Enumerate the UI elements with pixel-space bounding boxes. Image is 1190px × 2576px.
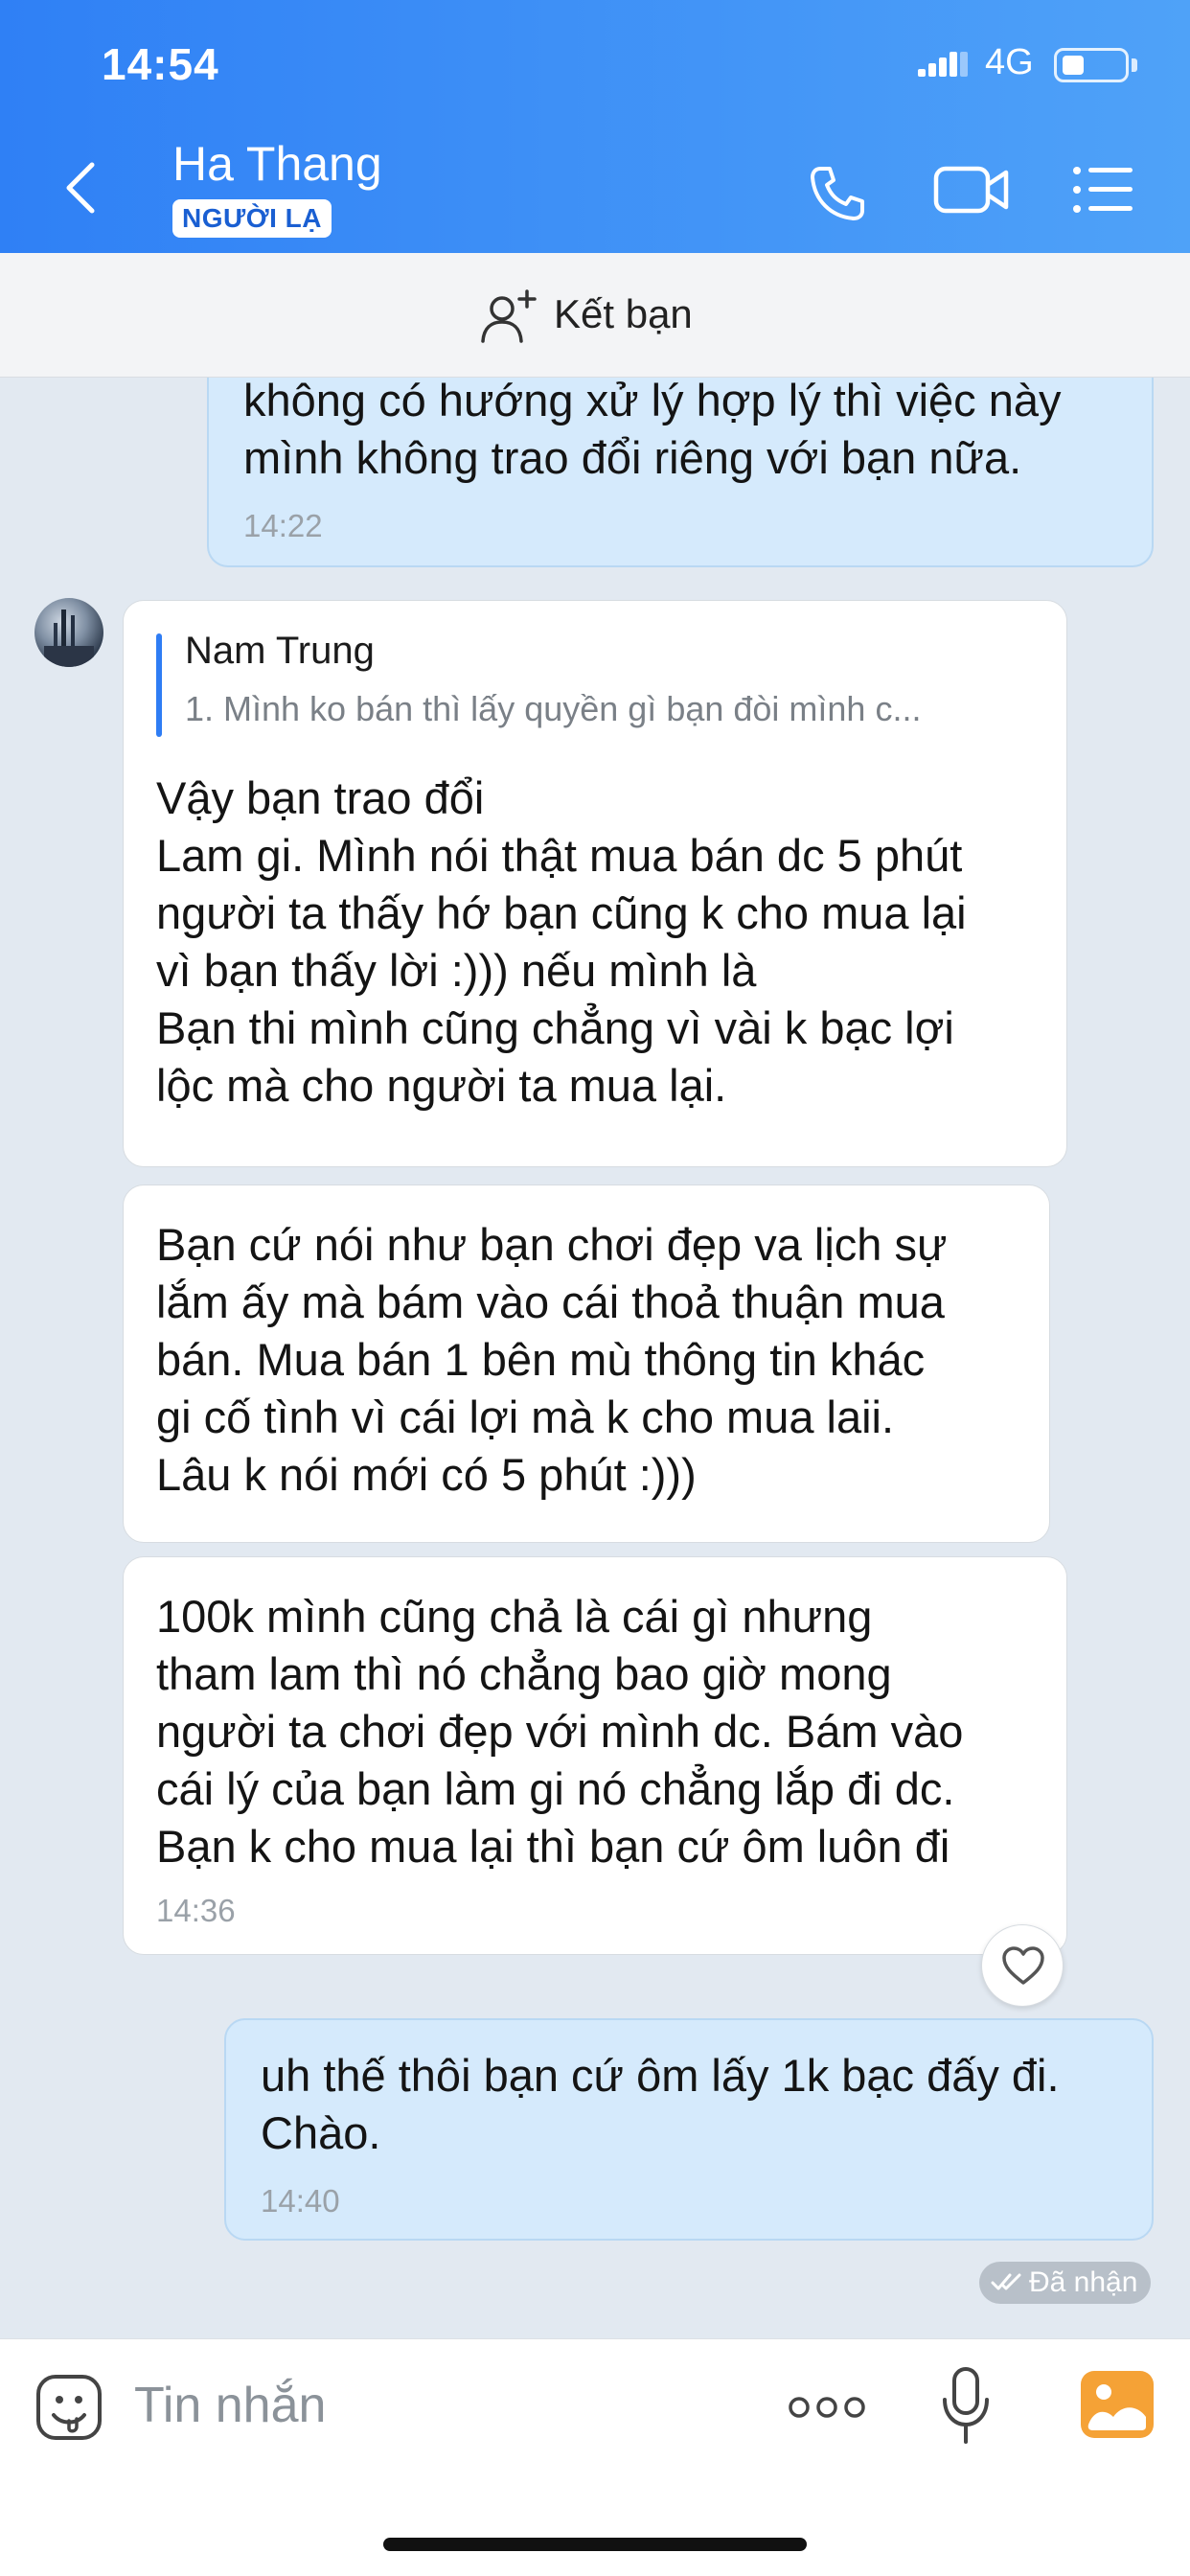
- message-text: không có hướng xử lý hợp lý thì việc này…: [243, 378, 1062, 483]
- outgoing-message[interactable]: uh thế thôi bạn cứ ôm lấy 1k bạc đấy đi.…: [224, 2018, 1154, 2241]
- quote-text[interactable]: 1. Mình ko bán thì lấy quyền gì bạn đòi …: [185, 689, 921, 729]
- delivery-status-label: Đã nhận: [1029, 2266, 1138, 2298]
- avatar[interactable]: [34, 598, 103, 667]
- message-text: Vậy bạn trao đổi Lam gi. Mình nói thật m…: [156, 772, 967, 1111]
- incoming-message[interactable]: Nam Trung 1. Mình ko bán thì lấy quyền g…: [123, 600, 1067, 1167]
- message-text: 100k mình cũng chả là cái gì nhưng tham …: [156, 1591, 964, 1872]
- battery-tip: [1132, 58, 1137, 72]
- incoming-message[interactable]: Bạn cứ nói như bạn chơi đẹp va lịch sự l…: [123, 1184, 1050, 1543]
- react-heart-button[interactable]: [981, 1924, 1064, 2007]
- quote-author: Nam Trung: [185, 630, 375, 672]
- sticker-icon[interactable]: [34, 2373, 103, 2442]
- battery-level: [1063, 56, 1084, 75]
- message-time: 14:22: [243, 508, 323, 543]
- message-time: 14:40: [261, 2183, 340, 2219]
- photo-gallery-icon[interactable]: [1081, 2371, 1154, 2438]
- message-time: 14:36: [156, 1893, 236, 1928]
- back-arrow-icon[interactable]: [57, 159, 105, 217]
- list-menu-icon[interactable]: [1071, 163, 1134, 217]
- phone-icon[interactable]: [807, 163, 868, 224]
- double-check-icon: [991, 2273, 1021, 2290]
- add-friend-label[interactable]: Kết bạn: [554, 291, 693, 337]
- incoming-message[interactable]: 100k mình cũng chả là cái gì nhưng tham …: [123, 1556, 1067, 1955]
- microphone-icon[interactable]: [939, 2367, 993, 2446]
- outgoing-message[interactable]: không có hướng xử lý hợp lý thì việc này…: [207, 378, 1154, 567]
- cellular-signal-icon: [918, 52, 968, 77]
- message-text: Bạn cứ nói như bạn chơi đẹp va lịch sự l…: [156, 1219, 948, 1500]
- stranger-badge: NGƯỜI LẠ: [172, 199, 332, 238]
- battery-icon: [1054, 48, 1129, 82]
- status-time: 14:54: [102, 39, 219, 89]
- message-text: uh thế thôi bạn cứ ôm lấy 1k bạc đấy đi.…: [261, 2050, 1060, 2158]
- add-friend-icon[interactable]: [479, 288, 540, 345]
- more-options-icon[interactable]: [788, 2390, 866, 2425]
- contact-name[interactable]: Ha Thang: [172, 136, 382, 192]
- delivery-status: Đã nhận: [979, 2262, 1152, 2304]
- quote-bar: [156, 633, 162, 737]
- heart-icon: [1002, 1946, 1044, 1985]
- message-input[interactable]: Tin nhắn: [134, 2377, 326, 2434]
- home-indicator[interactable]: [383, 2538, 807, 2551]
- video-call-icon[interactable]: [933, 161, 1010, 218]
- avatar-image: [44, 610, 94, 667]
- message-list[interactable]: không có hướng xử lý hợp lý thì việc này…: [0, 378, 1190, 2338]
- network-type: 4G: [985, 42, 1034, 82]
